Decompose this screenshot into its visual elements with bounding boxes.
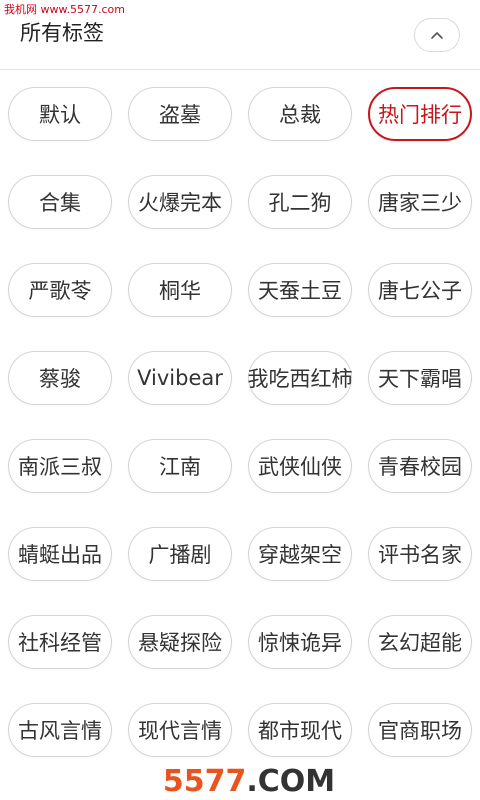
tag-grid: 默认 盗墓 总裁 热门排行合集 火爆完本 孔二狗 唐家三少严歌苓 桐华 天蚕土豆 唐七公子蔡骏 Vi… [8,87,472,757]
tag-chip[interactable]: 默认 [8,87,112,141]
tag-chip[interactable]: 惊悚诡异 [248,615,352,669]
tag-chip[interactable]: 悬疑探险 [128,615,232,669]
tag-chip[interactable]: 总裁 [248,87,352,141]
tag-chip[interactable]: 南派三叔 [8,439,112,493]
tag-chip[interactable]: 天蚕土豆 [248,263,352,317]
tag-chip[interactable]: 穿越架空 [248,527,352,581]
tag-chip[interactable]: 江南 [128,439,232,493]
tag-chip[interactable]: 官商职场 [368,703,472,757]
tag-chip[interactable]: Vivibear [128,351,232,405]
tag-chip[interactable]: 严歌苓 [8,263,112,317]
watermark-number: 5577 [162,763,247,799]
chevron-up-icon [431,32,443,39]
tag-chip[interactable]: 火爆完本 [128,175,232,229]
tag-chip[interactable]: 合集 [8,175,112,229]
tag-chip[interactable]: 青春校园 [368,439,472,493]
tag-chip[interactable]: 评书名家 [368,527,472,581]
header-bar: 所有标签 [0,0,480,70]
tag-chip[interactable]: 唐家三少 [368,175,472,229]
watermark-suffix: .COM [246,763,336,799]
tag-chip[interactable]: 热门排行 [368,87,472,141]
tag-chip[interactable]: 孔二狗 [248,175,352,229]
tag-chip[interactable]: 广播剧 [128,527,232,581]
page-title: 所有标签 [20,21,104,45]
tag-chip[interactable]: 都市现代 [248,703,352,757]
tag-chip[interactable]: 桐华 [128,263,232,317]
tag-chip[interactable]: 武侠仙侠 [248,439,352,493]
tag-chip[interactable]: 天下霸唱 [368,351,472,405]
tag-chip[interactable]: 玄幻超能 [368,615,472,669]
tag-chip[interactable]: 社科经管 [8,615,112,669]
tag-chip[interactable]: 我吃西红柿 [248,351,353,405]
tag-chip[interactable]: 蜻蜓出品 [8,527,112,581]
tag-chip[interactable]: 盗墓 [128,87,232,141]
site-watermark-logo: 5577 .COM [160,762,338,800]
tag-chip[interactable]: 唐七公子 [368,263,472,317]
tag-chip[interactable]: 蔡骏 [8,351,112,405]
collapse-button[interactable] [414,18,460,52]
tag-chip[interactable]: 现代言情 [128,703,232,757]
tag-chip[interactable]: 古风言情 [8,703,112,757]
